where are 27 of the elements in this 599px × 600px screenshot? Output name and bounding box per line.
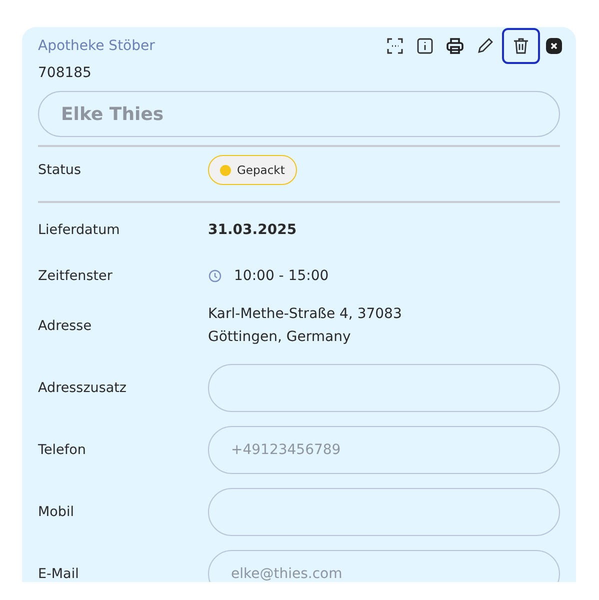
field-label: Telefon [38, 442, 87, 458]
field-label: E-Mail [38, 566, 80, 582]
status-text: Gepackt [237, 163, 285, 177]
status-label: Status [38, 162, 82, 178]
printer-icon [446, 37, 464, 55]
field-label: Adresse [38, 318, 92, 334]
trash-icon [512, 37, 530, 55]
field-value: 31.03.2025 [208, 222, 297, 238]
field-label: Zeitfenster [38, 268, 114, 284]
order-number: 708185 [38, 65, 92, 81]
address-text: Karl-Methe-Straße 4, 37083 Göttingen, Germany [208, 305, 402, 347]
name-field[interactable]: Elke Thies [38, 91, 560, 137]
scan-icon [386, 37, 404, 55]
time-window: 10:00 - 15:00 [234, 268, 329, 284]
delete-button[interactable] [502, 28, 540, 64]
close-icon [546, 38, 562, 54]
input-field[interactable] [208, 488, 560, 536]
field-label: Lieferdatum [38, 222, 121, 238]
clock-icon [208, 269, 222, 283]
input-field[interactable] [208, 364, 560, 412]
input-field[interactable]: elke@thies.com [208, 550, 560, 582]
field-label: Mobil [38, 504, 75, 520]
pharmacy-name: Apotheke Stöber [38, 38, 155, 54]
info-icon [416, 37, 434, 55]
pencil-icon [476, 37, 494, 55]
field-label: Adresszusatz [38, 380, 128, 396]
input-field[interactable]: +49123456789 [208, 426, 560, 474]
